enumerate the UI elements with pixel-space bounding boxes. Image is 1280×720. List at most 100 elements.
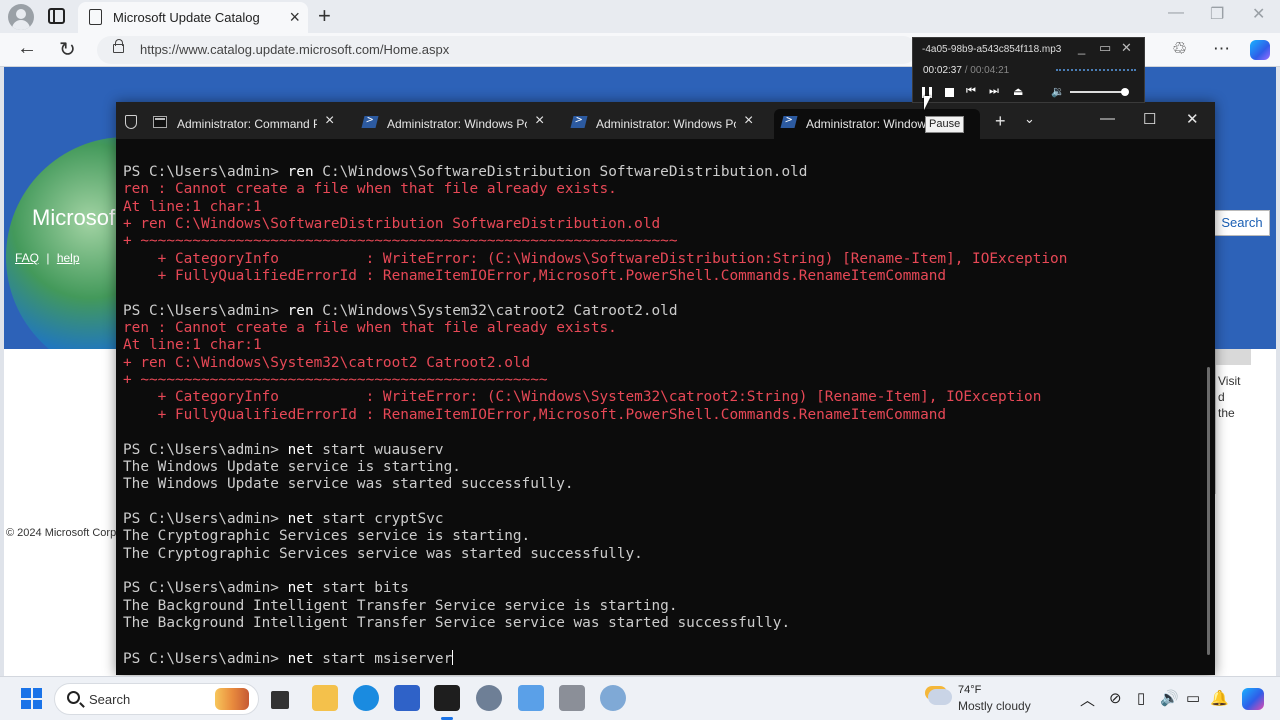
refresh-icon[interactable]: ↻ [59, 37, 76, 62]
new-tab-icon[interactable]: + [318, 3, 331, 29]
player-close-icon[interactable]: ✕ [1121, 40, 1132, 56]
command-name: net [287, 510, 314, 527]
minimize-icon[interactable]: — [1168, 4, 1184, 22]
volume-slider-knob[interactable] [1121, 88, 1130, 96]
file-explorer-icon[interactable] [312, 685, 338, 711]
volume-icon[interactable]: 🔉 [1051, 85, 1065, 98]
mouse-cursor-icon [924, 96, 931, 110]
terminal-tab-bar: Administrator: Command P × Administrator… [116, 102, 1215, 139]
edge-browser-icon[interactable] [353, 685, 379, 711]
catalog-search-button[interactable]: Search [1214, 210, 1270, 236]
settings-gear-icon[interactable] [476, 685, 502, 711]
text-cursor [452, 649, 454, 665]
faq-link[interactable]: FAQ [15, 251, 39, 265]
taskbar-search-box[interactable]: Search [54, 683, 259, 715]
weather-description[interactable]: Mostly cloudy [958, 699, 1031, 713]
shell-prompt: PS C:\Users\admin> [123, 302, 288, 319]
shell-prompt: PS C:\Users\admin> [123, 510, 288, 527]
player-minimize-icon[interactable]: _ [1078, 40, 1085, 55]
show-hidden-icons-chevron-icon[interactable]: ︿ [1080, 689, 1095, 710]
command-name: net [287, 650, 314, 667]
cmd-icon [153, 116, 167, 128]
stop-icon[interactable] [945, 88, 954, 97]
weather-temperature[interactable]: 74°F [958, 684, 981, 696]
windows-start-icon[interactable] [21, 688, 42, 709]
close-tab-icon[interactable]: × [289, 7, 300, 28]
setup-app-icon[interactable] [559, 685, 585, 711]
error-line: + FullyQualifiedErrorId : RenameItemIOEr… [123, 406, 947, 423]
next-track-icon[interactable]: ⏭ [989, 85, 999, 98]
close-tab-icon[interactable]: × [535, 112, 544, 130]
error-line: + CategoryInfo : WriteError: (C:\Windows… [123, 389, 1042, 406]
battery-icon[interactable]: ▭ [1186, 689, 1200, 707]
waveform-visualizer [1056, 69, 1136, 73]
task-view-icon[interactable] [271, 691, 289, 709]
profile-avatar-icon[interactable] [8, 4, 34, 30]
error-line: + ~~~~~~~~~~~~~~~~~~~~~~~~~~~~~~~~~~~~~~… [123, 233, 678, 250]
terminal-tab-label: Administrator: Window [806, 117, 926, 131]
volume-slider[interactable] [1070, 91, 1128, 93]
output-line: The Cryptographic Services service is st… [123, 528, 531, 545]
command-name: net [287, 441, 314, 458]
close-tab-icon[interactable]: × [325, 112, 334, 130]
lock-icon [113, 39, 124, 53]
terminal-close-icon[interactable]: ✕ [1186, 110, 1199, 128]
url-field[interactable]: https://www.catalog.update.microsoft.com… [97, 36, 917, 64]
error-line: + ~~~~~~~~~~~~~~~~~~~~~~~~~~~~~~~~~~~~~~… [123, 372, 548, 389]
new-terminal-tab-icon[interactable]: + [995, 111, 1006, 132]
terminal-app-icon[interactable] [434, 685, 460, 711]
microsoft-store-icon[interactable] [394, 685, 420, 711]
extensions-icon[interactable]: ♲ [1172, 39, 1187, 59]
terminal-scrollbar[interactable] [1207, 367, 1210, 655]
copyright-text: © 2024 Microsoft Corp [6, 527, 117, 539]
terminal-tab-2[interactable]: Administrator: Windows Po × [361, 109, 563, 139]
page-icon [89, 9, 102, 25]
notification-bell-icon[interactable]: 🔔 [1210, 689, 1229, 707]
terminal-tab-1[interactable]: Administrator: Command P × [153, 109, 353, 139]
services-gear-icon[interactable] [600, 685, 626, 711]
close-tab-icon[interactable]: × [744, 112, 753, 130]
site-logo-text: Microsof [32, 205, 116, 230]
previous-track-icon[interactable]: ⏮ [966, 85, 976, 98]
back-icon[interactable]: ← [17, 37, 37, 60]
tab-actions-icon[interactable] [48, 8, 65, 24]
shell-prompt: PS C:\Users\admin> [123, 441, 288, 458]
phone-link-icon[interactable]: ▯ [1137, 689, 1145, 707]
player-maximize-icon[interactable]: ▭ [1099, 40, 1111, 56]
command-args: start cryptSvc [313, 510, 444, 527]
weather-cloud-icon[interactable] [928, 689, 952, 705]
terminal-tab-3[interactable]: Administrator: Windows Po × [570, 109, 772, 139]
notepad-icon[interactable] [518, 685, 544, 711]
copilot-taskbar-icon[interactable] [1242, 688, 1264, 710]
shell-prompt: PS C:\Users\admin> [123, 164, 288, 180]
search-highlight-image [215, 688, 249, 710]
tab-dropdown-chevron-icon[interactable]: ⌄ [1024, 111, 1035, 127]
terminal-window: Administrator: Command P × Administrator… [116, 102, 1215, 675]
command-args: start bits [313, 580, 409, 597]
browser-tab-active[interactable]: Microsoft Update Catalog × [78, 2, 308, 33]
help-link[interactable]: help [57, 251, 80, 265]
browser-tab-bar: Microsoft Update Catalog × + — ❐ ✕ [0, 0, 1280, 33]
terminal-maximize-icon[interactable]: ☐ [1143, 110, 1156, 128]
eject-icon[interactable]: ⏏ [1013, 85, 1023, 98]
command-args: start msiserver [313, 650, 453, 667]
maximize-icon[interactable]: ❐ [1210, 4, 1224, 24]
copilot-icon[interactable] [1250, 40, 1270, 60]
terminal-minimize-icon[interactable]: — [1100, 110, 1115, 127]
speaker-icon[interactable]: 🔊 [1160, 689, 1179, 707]
output-line: The Background Intelligent Transfer Serv… [123, 597, 678, 614]
taskbar-search-label: Search [89, 692, 131, 707]
error-line: + CategoryInfo : WriteError: (C:\Windows… [123, 250, 1068, 267]
error-line: + ren C:\Windows\System32\catroot2 Catro… [123, 354, 531, 371]
terminal-output[interactable]: PS C:\Users\admin> ren C:\Windows\Softwa… [123, 164, 1203, 667]
more-menu-icon[interactable]: ⋯ [1213, 39, 1230, 59]
network-off-icon[interactable]: ⊘ [1109, 689, 1122, 707]
pause-tooltip: Pause [925, 116, 965, 133]
search-icon [67, 691, 80, 704]
elapsed-time: 00:02:37 [923, 65, 962, 76]
close-window-icon[interactable]: ✕ [1252, 4, 1265, 24]
